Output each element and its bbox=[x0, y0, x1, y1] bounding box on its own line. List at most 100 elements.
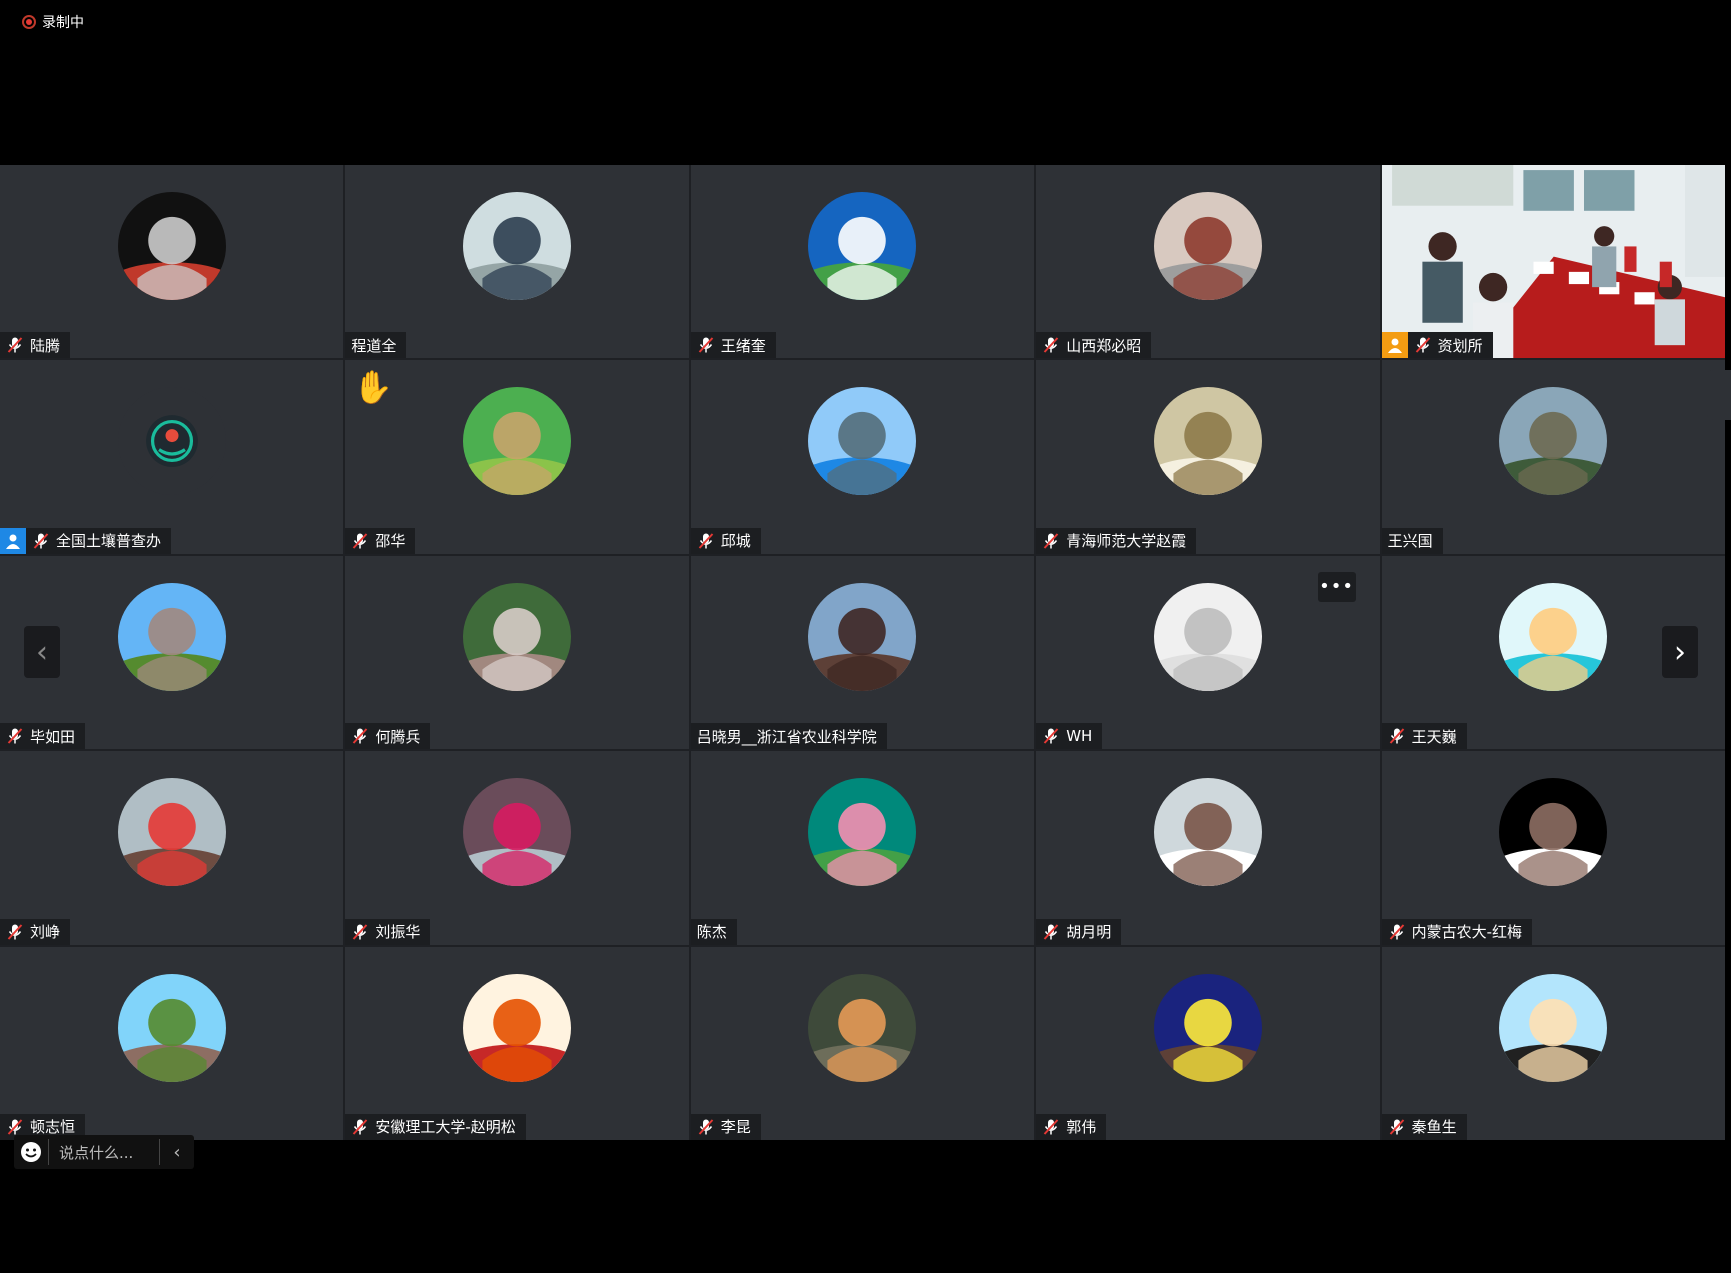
mic-muted-icon bbox=[1042, 336, 1060, 354]
mic-muted-icon bbox=[6, 1118, 24, 1136]
participant-tile[interactable]: ••• WH bbox=[1036, 555, 1380, 750]
mic-muted-icon bbox=[1388, 727, 1406, 745]
participant-tile[interactable]: 刘振华 bbox=[345, 751, 689, 945]
participant-name: 刘峥 bbox=[30, 923, 61, 942]
mic-muted-icon bbox=[6, 727, 24, 745]
name-label: 山西郑必昭 bbox=[1036, 332, 1152, 359]
avatar bbox=[1499, 387, 1608, 496]
name-label: 安徽理工大学-赵明松 bbox=[345, 1113, 526, 1140]
prev-page-button[interactable]: ‹ bbox=[24, 626, 60, 678]
avatar bbox=[1499, 778, 1608, 887]
next-page-button[interactable]: › bbox=[1662, 626, 1698, 678]
name-label: 秦鱼生 bbox=[1381, 1113, 1467, 1140]
name-label: 邱城 bbox=[690, 527, 761, 554]
avatar bbox=[117, 582, 226, 691]
participant-tile[interactable]: 郭伟 bbox=[1036, 946, 1380, 1140]
avatar bbox=[117, 973, 226, 1082]
avatar bbox=[463, 973, 572, 1082]
participant-tile[interactable]: 吕晓男__浙江省农业科学院 bbox=[690, 555, 1035, 750]
mic-muted-icon bbox=[351, 532, 369, 550]
avatar bbox=[1153, 778, 1262, 887]
name-label: 郭伟 bbox=[1036, 1113, 1107, 1140]
name-label: 全国土壤普查办 bbox=[0, 527, 172, 554]
name-label: 王兴国 bbox=[1381, 527, 1443, 554]
participant-tile[interactable]: 邱城 bbox=[690, 360, 1035, 554]
participant-tile[interactable]: 王兴国 bbox=[1381, 360, 1725, 554]
participant-name: 安徽理工大学-赵明松 bbox=[375, 1118, 516, 1137]
participant-name: 陈杰 bbox=[696, 923, 727, 942]
mic-muted-icon bbox=[1042, 1118, 1060, 1136]
name-label: WH bbox=[1036, 723, 1103, 750]
avatar bbox=[1153, 582, 1262, 691]
host-badge-icon bbox=[1381, 332, 1408, 359]
participant-tile[interactable]: 秦鱼生 bbox=[1381, 946, 1725, 1140]
participant-tile[interactable]: 青海师范大学赵霞 bbox=[1036, 360, 1380, 554]
more-options-button[interactable]: ••• bbox=[1317, 571, 1356, 602]
participant-name: 邱城 bbox=[720, 532, 751, 551]
avatar bbox=[1499, 582, 1608, 691]
participant-tile[interactable]: ✋ 邵华 bbox=[345, 360, 689, 554]
avatar bbox=[463, 582, 572, 691]
participant-name: 陆腾 bbox=[30, 336, 61, 355]
participant-tile[interactable]: 胡月明 bbox=[1036, 751, 1380, 945]
name-label: 李昆 bbox=[690, 1113, 761, 1140]
participant-name: 秦鱼生 bbox=[1411, 1118, 1457, 1137]
avatar bbox=[808, 778, 917, 887]
mic-muted-icon bbox=[1042, 727, 1060, 745]
participant-tile[interactable]: 山西郑必昭 bbox=[1036, 165, 1380, 359]
name-label: 刘峥 bbox=[0, 918, 71, 945]
avatar bbox=[808, 973, 917, 1082]
mic-muted-icon bbox=[1388, 1118, 1406, 1136]
participant-tile[interactable]: 陆腾 bbox=[0, 165, 344, 359]
mic-muted-icon bbox=[351, 923, 369, 941]
name-label: 陆腾 bbox=[0, 332, 71, 359]
recording-indicator: 录制中 bbox=[22, 12, 84, 32]
avatar bbox=[463, 778, 572, 887]
chevron-right-icon: › bbox=[1674, 634, 1686, 670]
participant-tile[interactable]: 安徽理工大学-赵明松 bbox=[345, 946, 689, 1140]
participant-tile[interactable]: 资划所 bbox=[1381, 165, 1725, 359]
participant-tile[interactable]: 顿志恒 bbox=[0, 946, 344, 1140]
collapse-chat-button[interactable]: ‹ bbox=[160, 1142, 194, 1163]
participant-tile[interactable]: 陈杰 bbox=[690, 751, 1035, 945]
participant-tile[interactable]: 何腾兵 bbox=[345, 555, 689, 750]
chat-input[interactable]: 说点什么... bbox=[48, 1139, 160, 1165]
participant-tile[interactable]: 程道全 bbox=[345, 165, 689, 359]
name-label: 程道全 bbox=[345, 332, 407, 359]
recording-label: 录制中 bbox=[42, 15, 84, 31]
participant-name: 李昆 bbox=[720, 1118, 751, 1137]
mic-muted-icon bbox=[1414, 336, 1432, 354]
participant-name: 王兴国 bbox=[1387, 532, 1433, 551]
avatar bbox=[1153, 192, 1262, 300]
participant-name: 吕晓男__浙江省农业科学院 bbox=[696, 727, 877, 746]
participant-name: 郭伟 bbox=[1066, 1118, 1097, 1137]
name-label: 邵华 bbox=[345, 527, 416, 554]
chevron-left-icon: ‹ bbox=[173, 1141, 181, 1163]
name-label: 资划所 bbox=[1381, 332, 1493, 359]
avatar bbox=[117, 387, 226, 496]
participant-name: 王天巍 bbox=[1411, 727, 1457, 746]
name-label: 王天巍 bbox=[1381, 723, 1467, 750]
avatar bbox=[1153, 973, 1262, 1082]
participant-tile[interactable]: 内蒙古农大-红梅 bbox=[1381, 751, 1725, 945]
mic-muted-icon bbox=[351, 1118, 369, 1136]
mic-muted-icon bbox=[32, 532, 50, 550]
chevron-left-icon: ‹ bbox=[36, 634, 48, 670]
participant-tile[interactable]: 刘峥 bbox=[0, 751, 344, 945]
participant-tile[interactable]: 李昆 bbox=[690, 946, 1035, 1140]
side-panel-tab[interactable] bbox=[1707, 370, 1731, 420]
avatar bbox=[117, 192, 226, 300]
participant-name: 青海师范大学赵霞 bbox=[1066, 532, 1187, 551]
mic-muted-icon bbox=[351, 727, 369, 745]
emoji-button[interactable] bbox=[14, 1135, 48, 1169]
avatar bbox=[463, 192, 572, 300]
participant-name: 程道全 bbox=[351, 336, 397, 355]
participant-tile[interactable]: 王绪奎 bbox=[690, 165, 1035, 359]
participant-tile[interactable]: 全国土壤普查办 bbox=[0, 360, 344, 554]
participant-name: 毕如田 bbox=[30, 727, 76, 746]
avatar bbox=[1499, 973, 1608, 1082]
chat-placeholder: 说点什么... bbox=[59, 1143, 134, 1162]
participant-name: 刘振华 bbox=[375, 923, 421, 942]
avatar bbox=[1153, 387, 1262, 496]
participant-name: WH bbox=[1066, 727, 1093, 746]
